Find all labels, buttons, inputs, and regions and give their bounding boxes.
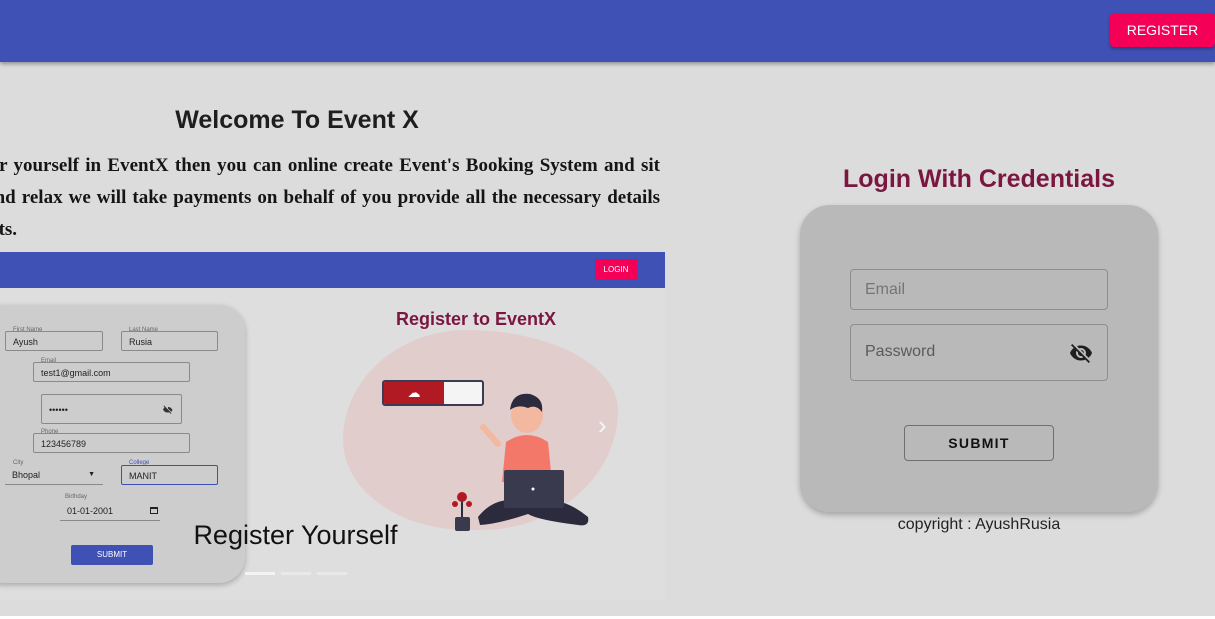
intro-paragraph: Register yourself in EventX then you can…: [0, 155, 660, 240]
email-input[interactable]: [850, 269, 1108, 310]
login-submit-button[interactable]: SUBMIT: [904, 425, 1054, 461]
login-form: Password SUBMIT: [800, 205, 1158, 512]
slide-caption: Register Yourself: [193, 520, 398, 550]
last-name-field: Rusia: [121, 331, 218, 351]
caret-down-icon: ▼: [88, 471, 95, 478]
slide-city-select: Bhopal ▼: [5, 465, 103, 485]
slide-login-button: LOGIN: [595, 259, 637, 280]
slide-app-bar: LOGIN: [0, 252, 665, 288]
visibility-off-icon[interactable]: [1069, 341, 1093, 365]
slide-phone-field: 123456789: [33, 433, 190, 453]
carousel-indicator-1[interactable]: [245, 572, 275, 575]
birthday-label: Birthday: [65, 494, 88, 500]
copyright-text: copyright : AyushRusia: [897, 516, 1061, 533]
register-button[interactable]: REGISTER: [1110, 13, 1215, 47]
person-laptop-illustration: [452, 393, 589, 531]
slide-password-field: ••••••: [41, 394, 182, 424]
eye-off-icon: [163, 405, 173, 414]
password-placeholder: Password: [865, 343, 936, 360]
carousel-next-icon[interactable]: ›: [598, 410, 607, 441]
carousel-indicator-2[interactable]: [281, 572, 311, 575]
welcome-title: Welcome To Event X: [175, 106, 419, 134]
password-field[interactable]: Password: [850, 324, 1108, 381]
main-content: Welcome To Event X Register yourself in …: [0, 62, 1215, 616]
cloud-upload-icon: ☁: [384, 382, 444, 404]
city-value: Bhopal: [12, 470, 41, 480]
calendar-icon: [150, 507, 158, 514]
password-mask: ••••••: [49, 405, 68, 415]
first-name-field: Ayush: [5, 331, 103, 351]
slide-email-field: test1@gmail.com: [33, 362, 190, 382]
carousel-indicator-3[interactable]: [317, 572, 347, 575]
app-bar: REGISTER: [0, 0, 1215, 62]
slide-title: Register to EventX: [396, 309, 557, 329]
carousel: LOGIN First Name Ayush Last Name Rusia E…: [0, 252, 665, 600]
slide-birthday-field: 01-01-2001: [60, 501, 160, 521]
slide-college-field: MANIT: [121, 465, 218, 485]
birthday-value: 01-01-2001: [67, 506, 114, 516]
login-title: Login With Credentials: [843, 165, 1115, 193]
